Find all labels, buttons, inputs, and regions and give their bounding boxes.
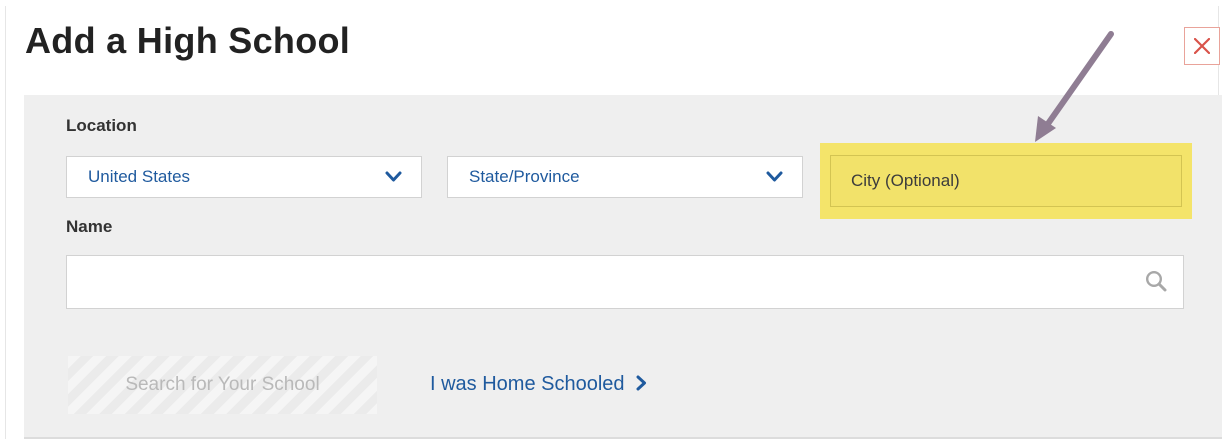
country-select-value: United States [88,167,191,186]
close-button[interactable] [1184,27,1220,65]
chevron-down-icon [766,171,783,182]
chevron-down-icon [385,171,402,182]
chevron-right-icon [636,375,647,391]
home-schooled-label: I was Home Schooled [430,373,625,395]
search-icon[interactable] [1145,270,1167,292]
search-for-school-button[interactable]: Search for Your School [68,356,377,414]
state-select-value: State/Province [469,167,580,186]
close-icon [1194,38,1210,54]
country-select[interactable]: United States [66,156,422,198]
state-select[interactable]: State/Province [447,156,803,198]
school-name-input[interactable] [67,256,1127,308]
location-label: Location [66,116,137,135]
name-field [66,255,1184,309]
add-high-school-dialog: Add a High School Location United States… [5,6,1222,439]
home-schooled-link[interactable]: I was Home Schooled [430,373,647,396]
name-label: Name [66,217,113,236]
school-search-form: Location United States State/Province Na… [24,95,1222,439]
dialog-title: Add a High School [25,20,351,61]
city-input[interactable] [830,155,1182,207]
